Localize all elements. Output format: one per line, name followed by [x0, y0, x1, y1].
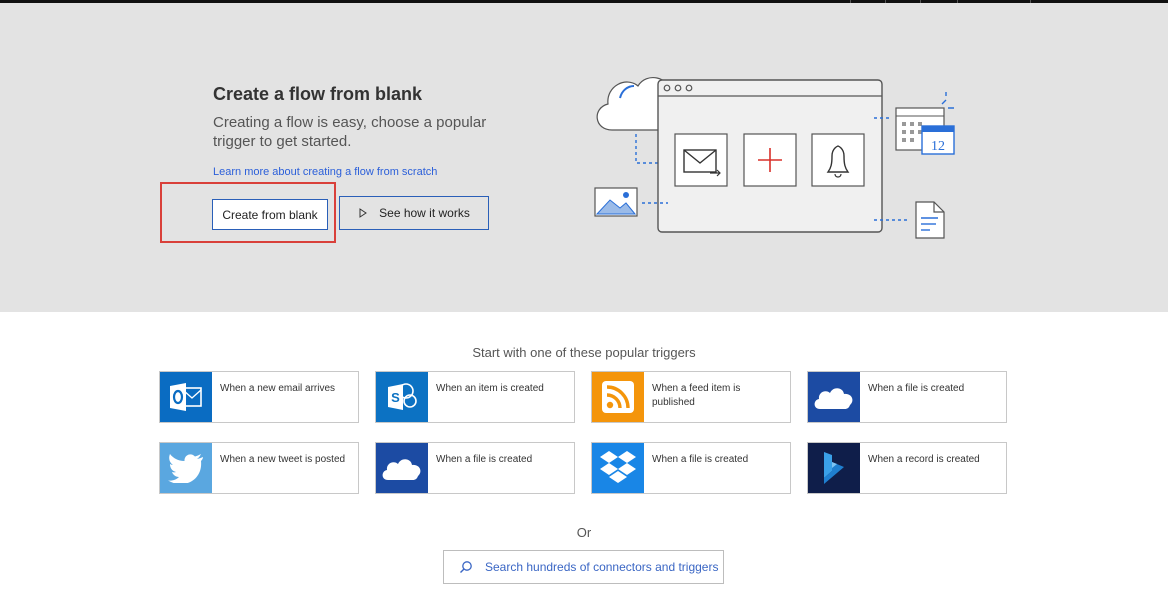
see-how-it-works-button[interactable]: See how it works	[339, 196, 489, 230]
trigger-label: When a record is created	[868, 454, 980, 465]
play-icon	[359, 208, 368, 218]
twitter-icon	[168, 454, 203, 483]
triggers-heading: Start with one of these popular triggers	[472, 345, 696, 360]
learn-more-link[interactable]: Learn more about creating a flow from sc…	[213, 166, 437, 178]
hero-subtitle: Creating a flow is easy, choose a popula…	[213, 114, 487, 150]
onedrive-tile	[376, 443, 428, 493]
trigger-card-twitter-new-tweet[interactable]: When a new tweet is posted	[159, 442, 359, 494]
trigger-label: When a new email arrives	[220, 383, 336, 394]
hero-banner	[0, 3, 1168, 312]
trigger-label: When an item is created	[436, 383, 544, 394]
trigger-card-outlook-new-email[interactable]: When a new email arrives	[159, 371, 359, 423]
calendar-icon: 12	[895, 92, 955, 155]
trigger-label: When a file is created	[868, 383, 965, 394]
search-icon	[460, 561, 472, 573]
dropbox-tile	[592, 443, 644, 493]
trigger-card-dynamics-record-created[interactable]: When a record is created	[807, 442, 1007, 494]
sharepoint-tile: S	[376, 372, 428, 422]
see-how-it-works-label: See how it works	[379, 206, 470, 220]
window-illustration	[657, 79, 883, 233]
trigger-card-rss-feed-item[interactable]: When a feed item is published	[591, 371, 791, 423]
or-separator: Or	[576, 525, 592, 540]
onedrive-tile	[808, 372, 860, 422]
document-icon	[915, 201, 945, 239]
twitter-tile	[160, 443, 212, 493]
onedrive-icon	[814, 388, 853, 409]
flow-illustration: 12	[594, 77, 955, 239]
search-placeholder: Search hundreds of connectors and trigge…	[485, 560, 719, 574]
create-from-blank-button[interactable]: Create from blank	[212, 199, 328, 230]
outlook-icon	[170, 383, 202, 411]
trigger-label: When a new tweet is posted	[220, 454, 346, 465]
hero-title: Create a flow from blank	[213, 84, 423, 104]
dynamics-tile	[808, 443, 860, 493]
image-icon	[594, 187, 638, 217]
sharepoint-icon: S	[388, 383, 417, 410]
rss-icon	[602, 381, 634, 413]
svg-text:S: S	[391, 390, 400, 405]
trigger-card-onedrive-file-created[interactable]: When a file is created	[807, 371, 1007, 423]
search-connectors-input[interactable]: Search hundreds of connectors and trigge…	[443, 550, 724, 584]
calendar-day: 12	[931, 139, 945, 154]
dropbox-icon	[600, 451, 636, 483]
dynamics-icon	[824, 452, 844, 484]
trigger-label: When a file is created	[652, 454, 749, 465]
onedrive-icon	[382, 459, 421, 480]
rss-tile	[592, 372, 644, 422]
trigger-label: When a feed item is published	[652, 383, 741, 408]
trigger-card-dropbox-file-created[interactable]: When a file is created	[591, 442, 791, 494]
trigger-card-onedrive-file-created[interactable]: When a file is created	[375, 442, 575, 494]
outlook-tile	[160, 372, 212, 422]
trigger-card-sharepoint-item-created[interactable]: S When an item is created	[375, 371, 575, 423]
trigger-label: When a file is created	[436, 454, 533, 465]
